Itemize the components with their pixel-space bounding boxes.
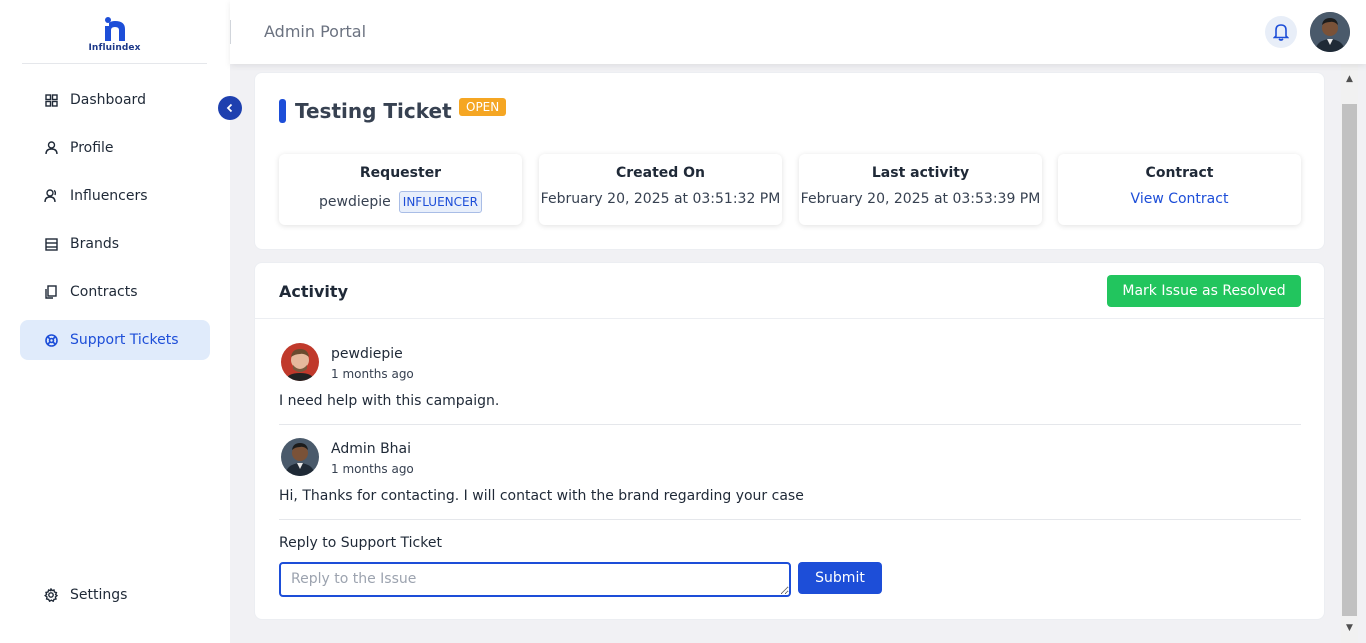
submit-button[interactable]: Submit	[798, 562, 882, 594]
divider	[279, 424, 1301, 425]
sidebar-item-label: Dashboard	[70, 92, 146, 108]
user-avatar[interactable]	[1310, 12, 1350, 52]
sidebar-item-influencers[interactable]: Influencers	[20, 176, 210, 216]
users-icon	[44, 189, 58, 203]
sidebar-item-support-tickets[interactable]: Support Tickets	[20, 320, 210, 360]
brand-name: Influindex	[88, 42, 141, 53]
sidebar-item-label: Profile	[70, 140, 114, 156]
message-time: 1 months ago	[331, 462, 414, 476]
scroll-down-icon[interactable]: ▼	[1341, 619, 1358, 636]
activity-header: Activity Mark Issue as Resolved	[255, 263, 1324, 319]
avatar-image	[1310, 12, 1350, 52]
created-on-box: Created On February 20, 2025 at 03:51:32…	[539, 154, 782, 225]
sidebar: Influindex Dashboard Profile Influencers…	[0, 0, 230, 643]
last-activity-label: Last activity	[871, 165, 970, 181]
status-badge: OPEN	[459, 98, 507, 116]
contract-box: Contract View Contract	[1058, 154, 1301, 225]
title-accent-bar	[279, 99, 286, 123]
support-icon	[44, 333, 58, 347]
notifications-button[interactable]	[1265, 16, 1297, 48]
reply-label: Reply to Support Ticket	[279, 535, 442, 551]
logo-icon	[104, 16, 125, 41]
sidebar-item-contracts[interactable]: Contracts	[20, 272, 210, 312]
message-text: I need help with this campaign.	[279, 393, 500, 409]
message-text: Hi, Thanks for contacting. I will contac…	[279, 488, 804, 504]
top-header: Admin Portal	[230, 0, 1366, 64]
bell-icon	[1273, 24, 1289, 41]
gear-icon	[44, 588, 58, 602]
sidebar-nav: Dashboard Profile Influencers Brands Con…	[20, 80, 210, 368]
avatar	[281, 343, 319, 381]
activity-card: Activity Mark Issue as Resolved pewdiepi…	[254, 262, 1325, 620]
store-icon	[44, 237, 58, 251]
sidebar-item-label: Contracts	[70, 284, 138, 300]
sidebar-item-brands[interactable]: Brands	[20, 224, 210, 264]
settings-section: Settings	[20, 575, 210, 623]
sidebar-collapse-button[interactable]	[218, 96, 242, 120]
header-divider	[230, 20, 231, 44]
sidebar-item-label: Brands	[70, 236, 119, 252]
mark-resolved-button[interactable]: Mark Issue as Resolved	[1107, 275, 1301, 307]
sidebar-item-profile[interactable]: Profile	[20, 128, 210, 168]
created-on-label: Created On	[615, 165, 706, 181]
contract-label: Contract	[1145, 165, 1214, 181]
ticket-title: Testing Ticket	[295, 99, 452, 123]
last-activity-box: Last activity February 20, 2025 at 03:53…	[799, 154, 1042, 225]
message-author: pewdiepie	[331, 346, 403, 362]
requester-box: Requester pewdiepie INFLUENCER	[279, 154, 522, 225]
message-author: Admin Bhai	[331, 441, 412, 457]
divider	[279, 519, 1301, 520]
scroll-thumb[interactable]	[1342, 104, 1357, 616]
scroll-up-icon[interactable]: ▲	[1341, 70, 1358, 87]
requester-label: Requester	[359, 165, 442, 181]
sidebar-item-label: Settings	[70, 587, 128, 603]
avatar	[281, 438, 319, 476]
brand-logo[interactable]: Influindex	[22, 0, 207, 64]
created-on-value: February 20, 2025 at 03:51:32 PM	[540, 191, 781, 207]
reply-input[interactable]	[279, 562, 791, 597]
sidebar-item-label: Influencers	[70, 188, 148, 204]
file-icon	[44, 285, 58, 299]
ticket-summary-card: Testing Ticket OPEN Requester pewdiepie …	[254, 72, 1325, 250]
sidebar-item-settings[interactable]: Settings	[20, 575, 210, 615]
role-badge: INFLUENCER	[398, 191, 482, 213]
user-icon	[44, 141, 58, 155]
page-title: Admin Portal	[264, 22, 367, 41]
chevron-left-icon	[226, 103, 233, 113]
requester-name: pewdiepie	[319, 194, 391, 210]
message-time: 1 months ago	[331, 367, 414, 381]
sidebar-item-label: Support Tickets	[70, 332, 179, 348]
view-contract-link[interactable]: View Contract	[1131, 191, 1229, 207]
requester-value: pewdiepie INFLUENCER	[279, 191, 522, 213]
contract-value: View Contract	[1058, 191, 1301, 207]
grid-icon	[44, 93, 58, 107]
page-scrollbar[interactable]: ▲ ▼	[1341, 64, 1358, 643]
sidebar-item-dashboard[interactable]: Dashboard	[20, 80, 210, 120]
last-activity-value: February 20, 2025 at 03:53:39 PM	[800, 191, 1041, 207]
activity-title: Activity	[279, 282, 348, 301]
